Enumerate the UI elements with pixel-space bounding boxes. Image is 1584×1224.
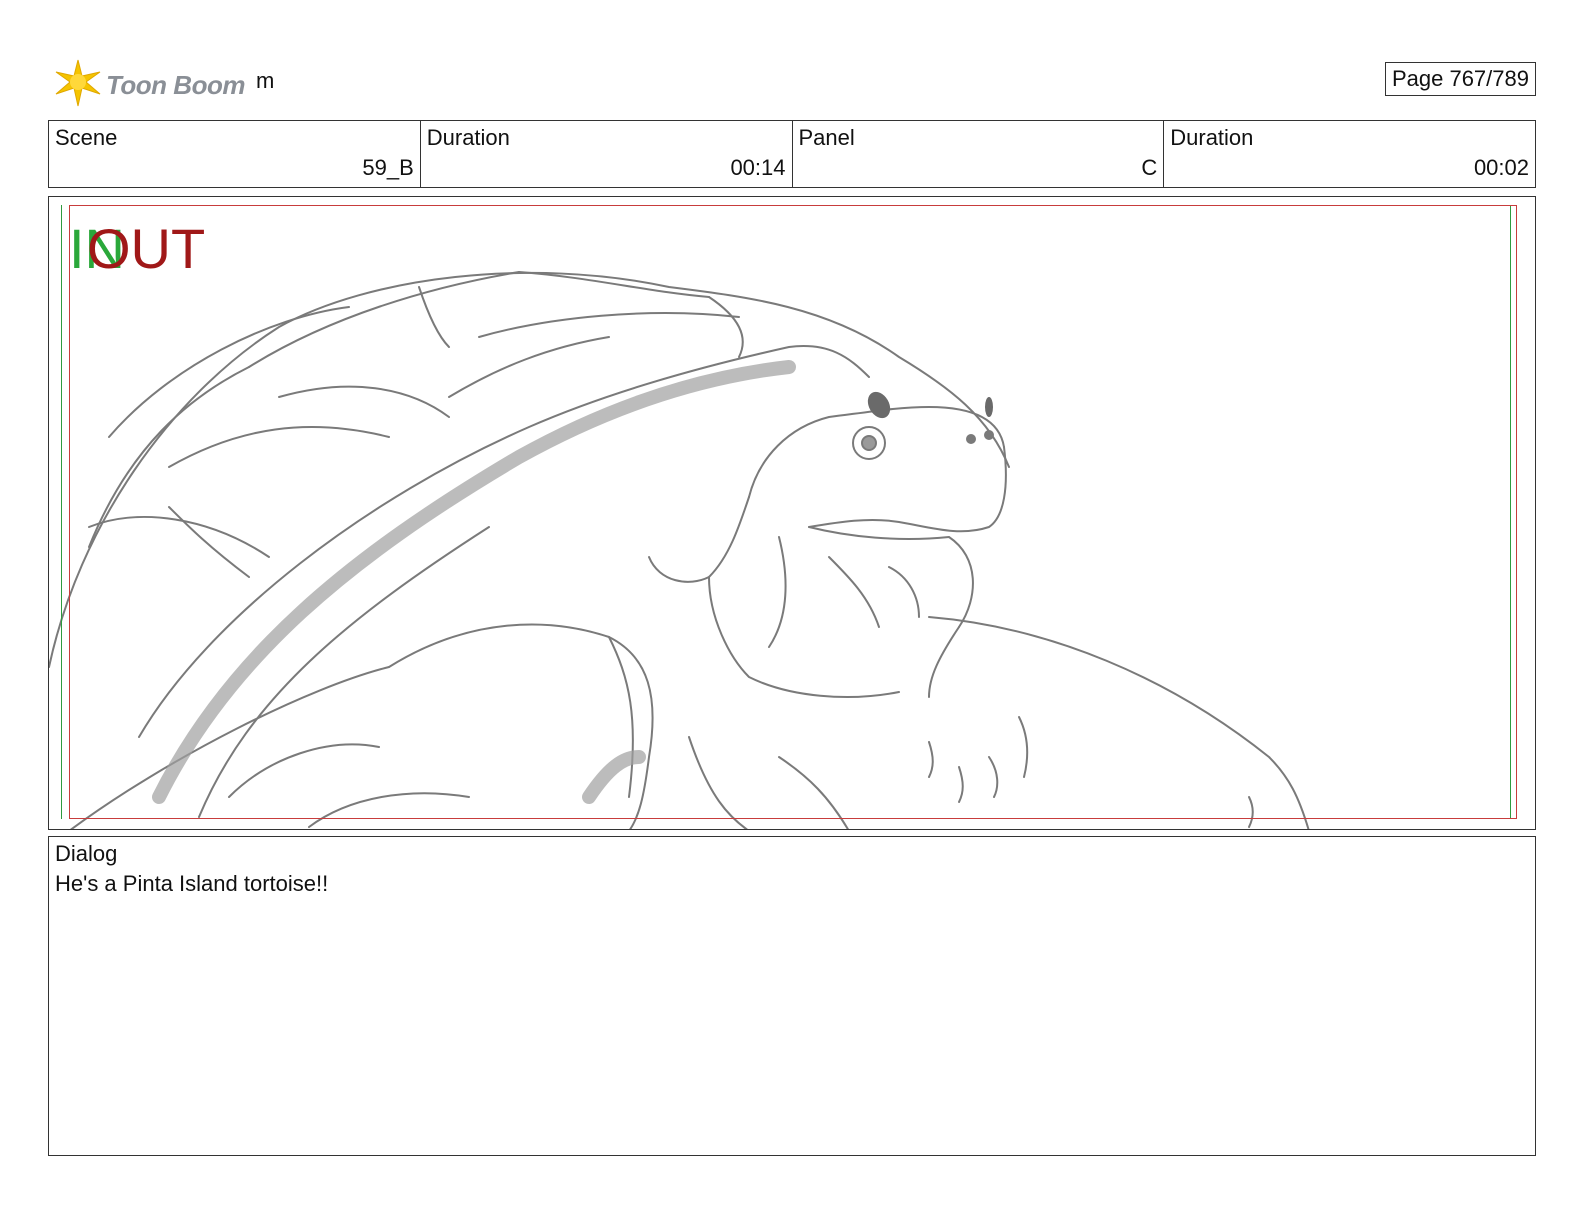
safe-frame-out: [69, 205, 1517, 819]
dialog-text: He's a Pinta Island tortoise!!: [55, 871, 329, 896]
page-header: Toon Boom m Page 767/789: [48, 50, 1536, 114]
scene-info-table: Scene 59_B Duration 00:14 Panel C Durati…: [48, 120, 1536, 188]
panel-duration-label: Duration: [1170, 125, 1254, 150]
project-name: m: [256, 68, 275, 93]
logo-text: Toon Boom: [106, 70, 245, 100]
panel-duration-value: 00:02: [1473, 155, 1529, 180]
scene-cell: Scene 59_B: [49, 121, 421, 187]
toon-boom-logo: Toon Boom: [48, 54, 248, 110]
scene-duration-label: Duration: [426, 125, 510, 150]
scene-value: 59_B: [362, 155, 414, 180]
page-number: Page 767/789: [1384, 62, 1536, 96]
panel-label: Panel: [798, 125, 855, 150]
scene-label: Scene: [55, 125, 118, 150]
storyboard-panel: IN OUT: [48, 196, 1536, 830]
panel-value: C: [1141, 155, 1158, 180]
panel-duration-cell: Duration 00:02: [1164, 121, 1535, 187]
dialog-label: Dialog: [55, 841, 118, 866]
panel-cell: Panel C: [793, 121, 1165, 187]
star-burst-icon: [55, 59, 101, 107]
scene-duration-value: 00:14: [730, 155, 786, 180]
scene-duration-cell: Duration 00:14: [421, 121, 793, 187]
dialog-box: Dialog He's a Pinta Island tortoise!!: [48, 836, 1536, 1156]
out-marker: OUT: [87, 217, 206, 280]
